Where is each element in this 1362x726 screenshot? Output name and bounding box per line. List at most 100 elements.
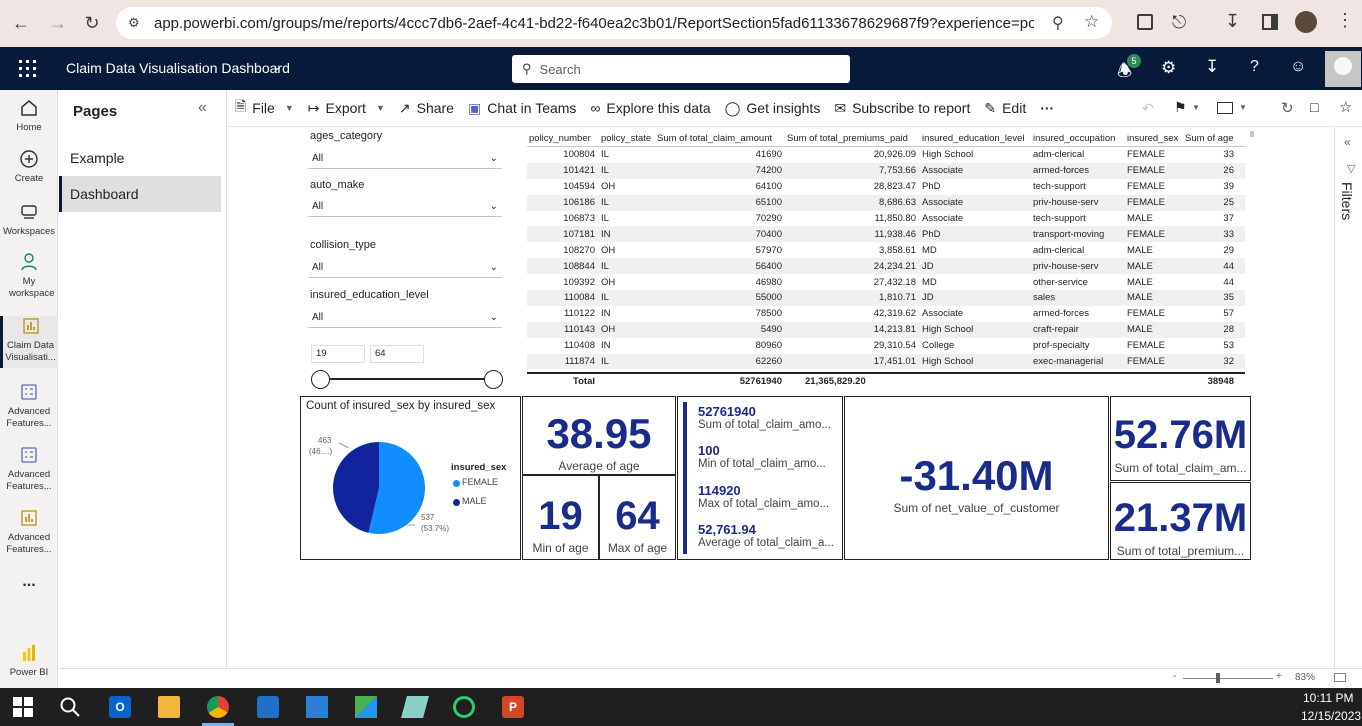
table-row[interactable]: 110122 IN 78500 42,319.62 Associate armed-for… [527, 306, 1245, 322]
side-panel-icon[interactable] [1262, 14, 1278, 30]
card-net-value[interactable]: -31.40M Sum of net_value_of_customer [844, 396, 1109, 560]
zoom-search-icon[interactable]: ⚲ [1052, 13, 1064, 33]
table-row[interactable]: 106186 IL 65100 8,686.63 Associate priv-house… [527, 194, 1245, 211]
rail-my-workspace[interactable]: My workspace [0, 252, 58, 300]
account-avatar[interactable] [1325, 51, 1361, 87]
zoom-out-button[interactable]: - [1173, 671, 1176, 682]
explore-data-button[interactable]: ∞ Explore this data [590, 100, 710, 116]
refresh-icon[interactable]: ↻ [1281, 99, 1294, 117]
app-icon[interactable] [306, 696, 328, 718]
rail-advanced-3[interactable]: Advanced Features... [0, 508, 58, 556]
fit-to-page-icon[interactable] [1334, 673, 1346, 682]
get-insights-button[interactable]: ◯ Get insights [725, 100, 821, 117]
page-dashboard[interactable]: Dashboard [59, 176, 221, 212]
card-average-age[interactable]: 38.95 Average of age [522, 396, 676, 475]
table-row[interactable]: 108844 IL 56400 24,234.21 JD priv-house-serv M… [527, 258, 1245, 275]
chevron-down-icon[interactable]: ▼ [1192, 103, 1200, 112]
table-row[interactable]: 107181 IN 70400 11,938.46 PhD transport-movin… [527, 226, 1245, 243]
site-settings-icon[interactable]: ⚙ [128, 15, 140, 31]
title-chevron-down-icon[interactable]: ⌄ [272, 59, 282, 73]
table-row[interactable]: 104594 OH 64100 28,823.47 PhD tech-support FEM… [527, 179, 1245, 195]
file-explorer-icon[interactable] [158, 696, 180, 718]
export-menu-button[interactable]: ↦ Export ▼ [308, 100, 385, 117]
subscribe-button[interactable]: ✉ Subscribe to report [834, 100, 970, 117]
qr-code-icon[interactable] [1137, 14, 1153, 30]
help-icon[interactable]: ? [1250, 58, 1259, 76]
app-launcher-icon[interactable] [19, 60, 36, 77]
rail-more-button[interactable]: ... [0, 574, 58, 590]
age-range-min-input[interactable]: 19 [311, 345, 365, 363]
col-header[interactable]: policy_number [527, 133, 599, 144]
chrome-icon[interactable] [207, 696, 229, 718]
app-icon[interactable] [355, 696, 377, 718]
table-scrollbar[interactable] [1250, 131, 1254, 137]
bookmark-icon[interactable]: ⚑ [1174, 99, 1187, 116]
forward-icon[interactable]: → [46, 11, 70, 35]
reset-icon[interactable]: ↶ [1142, 100, 1154, 117]
address-bar[interactable]: ⚙ app.powerbi.com/groups/me/reports/4ccc… [116, 7, 1112, 39]
slicer-collision-type[interactable]: All ⌄ [308, 259, 502, 278]
table-row[interactable]: 106873 IL 70290 11,850.80 Associate tech-supp… [527, 211, 1245, 227]
col-header[interactable]: Sum of total_premiums_paid [785, 133, 919, 144]
col-header[interactable]: Sum of age [1183, 133, 1237, 144]
download-icon[interactable]: ↧ [1205, 57, 1219, 77]
chat-in-teams-button[interactable]: ▣ Chat in Teams [468, 100, 576, 117]
table-row[interactable]: 100804 IL 41690 20,926.09 High School adm-cle… [527, 147, 1245, 163]
outlook-icon[interactable]: O [109, 696, 131, 718]
profile-avatar[interactable] [1295, 11, 1317, 33]
rail-home[interactable]: Home [0, 98, 58, 134]
rail-workspaces[interactable]: Workspaces [0, 202, 58, 238]
age-range-max-handle[interactable] [484, 370, 503, 389]
app-icon[interactable] [401, 696, 429, 718]
zoom-in-button[interactable]: + [1276, 671, 1282, 682]
zoom-slider-track[interactable] [1183, 678, 1273, 679]
taskbar-search-icon[interactable] [59, 696, 81, 718]
rail-advanced-1[interactable]: Advanced Features... [0, 382, 58, 430]
rail-powerbi-brand[interactable]: Power BI [0, 643, 58, 679]
age-range-min-handle[interactable] [311, 370, 330, 389]
table-row[interactable]: 110084 IL 55000 1,810.71 JD sales MALE 35 [527, 290, 1245, 306]
card-sum-premium[interactable]: 21.37M Sum of total_premium... [1110, 482, 1251, 560]
file-menu-button[interactable]: 🗎 File ▼ [235, 96, 294, 120]
table-row[interactable]: 101421 IL 74200 7,753.66 Associate armed-forc… [527, 162, 1245, 179]
legend-label-male[interactable]: MALE [462, 496, 487, 506]
collapse-pages-icon[interactable]: « [198, 99, 207, 117]
reload-icon[interactable]: ↻ [80, 11, 104, 35]
age-range-max-input[interactable]: 64 [370, 345, 424, 363]
page-example[interactable]: Example [59, 140, 221, 176]
favorite-star-icon[interactable]: ☆ [1339, 98, 1352, 116]
slicer-education[interactable]: All ⌄ [308, 309, 502, 328]
share-button[interactable]: ↗ Share [399, 100, 454, 117]
table-row[interactable]: 108270 OH 57970 3,858.61 MD adm-clerical MALE 2… [527, 242, 1245, 258]
rail-create[interactable]: Create [0, 149, 58, 185]
expand-filters-icon[interactable]: « [1344, 135, 1351, 149]
comment-icon[interactable]: □ [1310, 99, 1318, 115]
app-icon[interactable] [453, 696, 475, 718]
chevron-down-icon[interactable]: ▼ [1239, 103, 1247, 112]
pie-chart-visual[interactable]: Count of insured_sex by insured_sex 537(… [300, 396, 521, 560]
edit-button[interactable]: ✎ Edit [984, 100, 1026, 117]
slicer-ages-category[interactable]: All ⌄ [308, 150, 502, 169]
multi-row-card[interactable]: 52761940 Sum of total_claim_amo... 100 Min… [677, 396, 843, 560]
bookmark-star-icon[interactable]: ☆ [1084, 12, 1099, 32]
powerpoint-icon[interactable]: P [502, 696, 524, 718]
table-row[interactable]: 110143 OH 5490 14,213.81 High School craft-re… [527, 321, 1245, 338]
view-icon[interactable] [1217, 102, 1233, 114]
more-options-button[interactable]: ··· [1040, 100, 1054, 116]
card-sum-claim[interactable]: 52.76M Sum of total_claim_am... [1110, 396, 1251, 481]
filters-label[interactable]: Filters [1339, 182, 1355, 220]
legend-label-female[interactable]: FEMALE [462, 477, 498, 487]
clock-time[interactable]: 10:11 PM [1303, 691, 1353, 705]
clock-date[interactable]: 12/15/2023 [1301, 709, 1361, 723]
table-row[interactable]: 109392 OH 46980 27,432.18 MD other-service MAL… [527, 274, 1245, 290]
rail-claim-report[interactable]: Claim Data Visualisati... [0, 316, 58, 368]
settings-gear-icon[interactable]: ⚙ [1161, 58, 1176, 78]
feedback-icon[interactable]: ☺ [1290, 58, 1306, 76]
report-title[interactable]: Claim Data Visualisation Dashboard [66, 60, 290, 76]
browser-menu-icon[interactable]: ⋮ [1336, 10, 1354, 31]
col-header[interactable]: insured_occupation [1031, 133, 1125, 144]
slicer-auto-make[interactable]: All ⌄ [308, 198, 502, 217]
extensions-icon[interactable]: ⎋ [1172, 12, 1186, 33]
table-row[interactable]: 110408 IN 80960 29,310.54 College prof-specia… [527, 338, 1245, 354]
rail-advanced-2[interactable]: Advanced Features... [0, 445, 58, 493]
